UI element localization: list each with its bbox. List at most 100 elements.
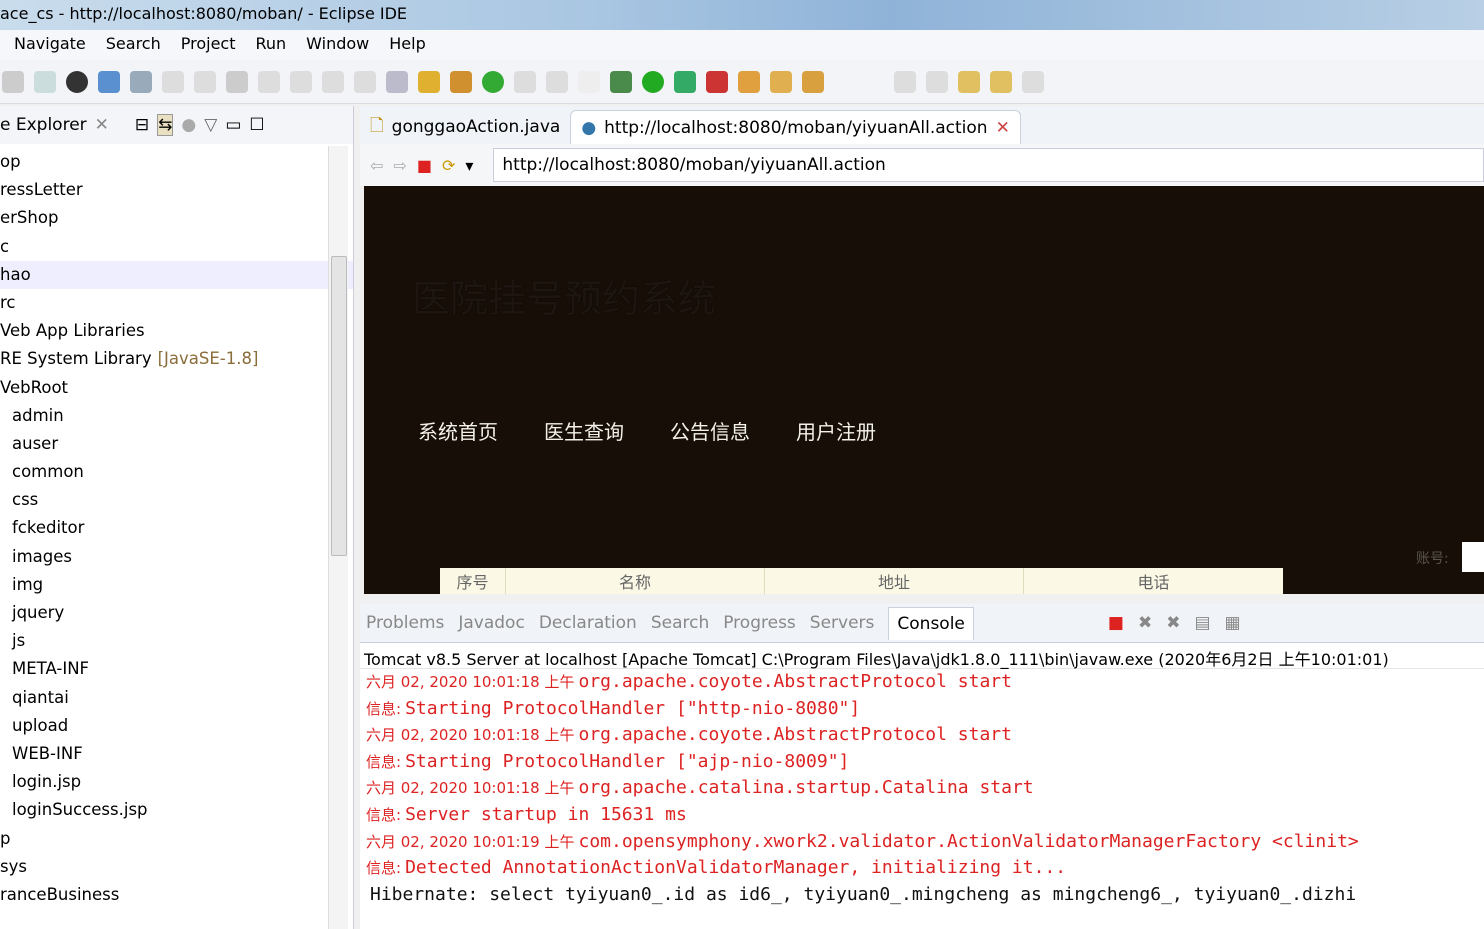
- back-icon[interactable]: [990, 70, 1012, 93]
- tab-problems[interactable]: Problems: [366, 613, 444, 633]
- forward-icon[interactable]: [1022, 70, 1044, 93]
- skip-breakpoints-icon[interactable]: [130, 70, 152, 93]
- step-into-icon[interactable]: [290, 70, 312, 93]
- maximize-icon[interactable]: ☐: [249, 115, 264, 135]
- tree-item[interactable]: sys: [0, 853, 353, 881]
- tab-gonggao-action[interactable]: 🗋 gonggaoAction.java: [360, 110, 570, 144]
- menu-help[interactable]: Help: [389, 34, 425, 60]
- filter-icon[interactable]: ●: [181, 115, 196, 135]
- dropdown-icon[interactable]: ▾: [465, 156, 473, 175]
- run-icon[interactable]: [642, 70, 664, 93]
- menu-window[interactable]: Window: [306, 34, 369, 60]
- tree-item[interactable]: ranceBusiness: [0, 881, 353, 909]
- tree-item[interactable]: VebRoot: [0, 374, 353, 402]
- pilcrow-icon[interactable]: [578, 70, 600, 93]
- save-icon[interactable]: [2, 70, 24, 93]
- close-icon[interactable]: ✕: [95, 115, 109, 135]
- annotation-icon[interactable]: [894, 70, 916, 93]
- tab-declaration[interactable]: Declaration: [539, 613, 637, 633]
- last-edit-icon[interactable]: [958, 70, 980, 93]
- nav-announcements[interactable]: 公告信息: [670, 416, 750, 445]
- scrollbar-thumb[interactable]: [331, 256, 347, 556]
- resume-icon[interactable]: [162, 70, 184, 93]
- tree-item[interactable]: erShop: [0, 204, 353, 232]
- menu-run[interactable]: Run: [255, 34, 286, 60]
- tree-item[interactable]: p: [0, 825, 353, 853]
- minimize-icon[interactable]: ▭: [225, 115, 241, 135]
- tree-item[interactable]: img: [0, 571, 353, 599]
- tree-item[interactable]: login.jsp: [0, 768, 353, 796]
- collapse-all-icon[interactable]: ⊟: [135, 115, 149, 135]
- tree-item[interactable]: op: [0, 148, 353, 176]
- use-step-filters-icon[interactable]: [418, 70, 440, 93]
- coverage-icon[interactable]: [706, 70, 728, 93]
- terminate-icon[interactable]: ■: [1108, 613, 1124, 633]
- binary-icon[interactable]: [34, 70, 56, 93]
- tree-item[interactable]: rc: [0, 289, 353, 317]
- menu-project[interactable]: Project: [181, 34, 236, 60]
- folder-icon[interactable]: [770, 70, 792, 93]
- remove-all-icon[interactable]: ✖: [1166, 613, 1180, 633]
- pen-icon[interactable]: [802, 70, 824, 93]
- step-return-icon[interactable]: [354, 70, 376, 93]
- open-type-icon[interactable]: [514, 70, 536, 93]
- tree-item[interactable]: css: [0, 486, 353, 514]
- tab-servers[interactable]: Servers: [810, 613, 875, 633]
- tree-item[interactable]: upload: [0, 712, 353, 740]
- next-annotation-icon[interactable]: [926, 70, 948, 93]
- clear-console-icon[interactable]: ▤: [1194, 613, 1210, 633]
- nav-register[interactable]: 用户注册: [796, 416, 876, 445]
- nav-doctor-search[interactable]: 医生查询: [544, 416, 624, 445]
- tree-item[interactable]: ressLetter: [0, 176, 353, 204]
- explorer-scrollbar[interactable]: [328, 146, 348, 929]
- link-editor-icon[interactable]: ⇆: [157, 114, 174, 136]
- step-over-icon[interactable]: [322, 70, 344, 93]
- scroll-lock-icon[interactable]: ▦: [1225, 613, 1241, 633]
- new-class-icon[interactable]: [482, 70, 504, 93]
- stop-icon[interactable]: ■: [417, 156, 432, 175]
- tree-item[interactable]: js: [0, 627, 353, 655]
- tree-item[interactable]: RE System Library [JavaSE-1.8]: [0, 345, 353, 373]
- tab-progress[interactable]: Progress: [723, 613, 796, 633]
- menu-navigate[interactable]: Navigate: [14, 34, 86, 60]
- tree-item[interactable]: jquery: [0, 599, 353, 627]
- remove-launch-icon[interactable]: ✖: [1138, 613, 1152, 633]
- tree-item[interactable]: common: [0, 458, 353, 486]
- tree-item[interactable]: hao: [0, 260, 353, 289]
- account-input[interactable]: [1462, 542, 1484, 572]
- open-folder-icon[interactable]: [738, 70, 760, 93]
- new-package-icon[interactable]: [450, 70, 472, 93]
- tree-item[interactable]: fckeditor: [0, 514, 353, 542]
- tree-item[interactable]: META-INF: [0, 655, 353, 683]
- user-icon[interactable]: [66, 70, 88, 93]
- tab-console[interactable]: Console: [888, 606, 974, 640]
- tree-item[interactable]: images: [0, 543, 353, 571]
- outline-icon[interactable]: [546, 70, 568, 93]
- run-external-icon[interactable]: [674, 70, 696, 93]
- tree-item[interactable]: Veb App Libraries: [0, 317, 353, 345]
- tab-browser[interactable]: ● http://localhost:8080/moban/yiyuanAll.a…: [570, 110, 1021, 144]
- monitor-icon[interactable]: [98, 70, 120, 93]
- disconnect-icon[interactable]: [258, 70, 280, 93]
- tree-item[interactable]: admin: [0, 402, 353, 430]
- tab-javadoc[interactable]: Javadoc: [458, 613, 524, 633]
- console-output: 六月 02, 2020 10:01:18 上午 org.apache.coyote…: [360, 669, 1484, 908]
- nav-home[interactable]: 系统首页: [418, 416, 498, 445]
- back-icon[interactable]: ⇦: [370, 156, 383, 175]
- menu-search[interactable]: Search: [106, 34, 161, 60]
- tab-search[interactable]: Search: [651, 613, 709, 633]
- url-input[interactable]: http://localhost:8080/moban/yiyuanAll.ac…: [493, 148, 1484, 182]
- view-menu-icon[interactable]: ▽: [204, 115, 217, 135]
- tree-item[interactable]: qiantai: [0, 684, 353, 712]
- refresh-icon[interactable]: ⟳: [442, 156, 455, 175]
- tree-item[interactable]: WEB-INF: [0, 740, 353, 768]
- close-tab-icon[interactable]: ✕: [996, 118, 1010, 138]
- drop-frame-icon[interactable]: [386, 70, 408, 93]
- tree-item[interactable]: loginSuccess.jsp: [0, 796, 353, 824]
- debug-icon[interactable]: [610, 70, 632, 93]
- tree-item[interactable]: auser: [0, 430, 353, 458]
- terminate-icon[interactable]: [226, 70, 248, 93]
- suspend-icon[interactable]: [194, 70, 216, 93]
- tree-item[interactable]: c: [0, 233, 353, 261]
- forward-icon[interactable]: ⇨: [393, 156, 406, 175]
